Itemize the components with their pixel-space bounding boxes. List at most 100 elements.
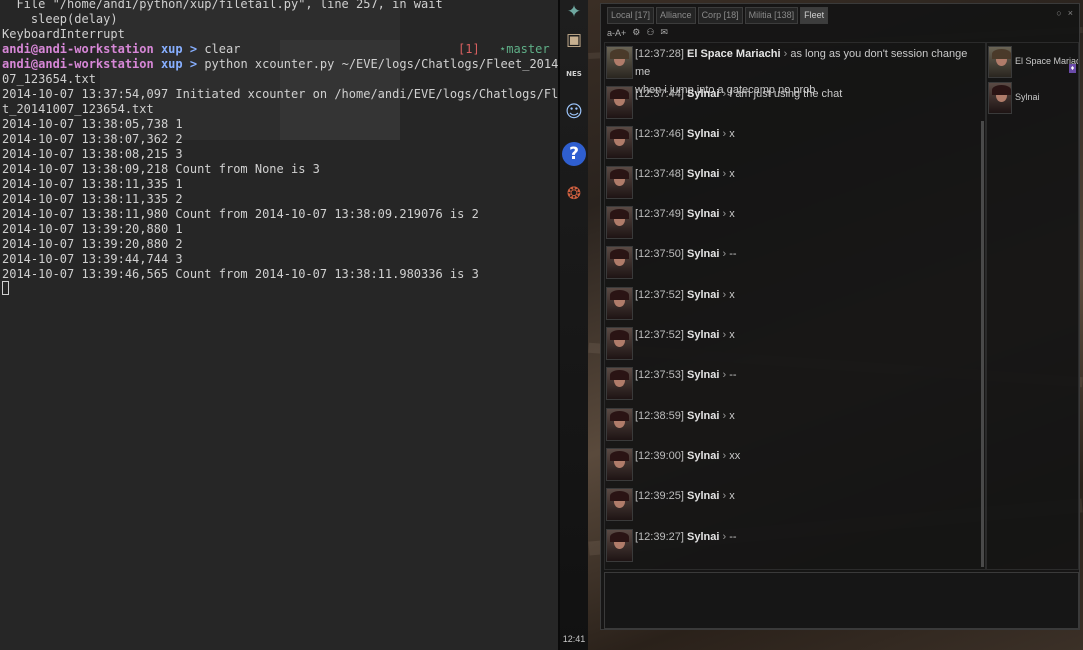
prompt-directory: xup [160, 57, 183, 71]
message-text: x [729, 208, 735, 220]
message-sender[interactable]: Sylnai [687, 289, 719, 301]
character-sheet-icon[interactable]: ▣ [562, 28, 586, 52]
chat-message[interactable]: [12:37:50] Sylnai › -- [605, 245, 977, 285]
terminal-output-line: t_20141007_123654.txt [2, 102, 154, 116]
chat-tab-bar: Local [17] Alliance Corp [18] Militia [138]… [607, 7, 830, 24]
window-settings-icon[interactable]: ○ [1056, 7, 1061, 19]
terminal-line: File "/home/andi/python/xup/filetail.py"… [2, 0, 443, 11]
message-timestamp: [12:37:52] [635, 289, 684, 301]
member-list-icon[interactable]: ⚇ [646, 27, 654, 38]
chat-message[interactable]: [12:37:52] Sylnai › x [605, 326, 977, 366]
chat-message-list[interactable]: [12:37:28] El Space Mariachi › as long a… [604, 42, 986, 570]
avatar[interactable] [606, 327, 633, 360]
fleet-role-badge: ♦ [1069, 64, 1076, 73]
motd-icon[interactable]: ✉ [660, 27, 668, 38]
help-icon[interactable]: ? [562, 142, 586, 166]
message-separator: › [722, 208, 727, 220]
message-body: [12:39:27] Sylnai › -- [635, 528, 980, 546]
message-sender[interactable]: Sylnai [687, 248, 719, 260]
avatar[interactable] [606, 246, 633, 279]
window-controls: ○ × [1056, 7, 1073, 19]
message-sender[interactable]: Sylnai [687, 208, 719, 220]
avatar[interactable] [606, 86, 633, 119]
fleet-icon[interactable]: ❂ [562, 182, 586, 206]
prompt-user: andi@andi-workstation [2, 57, 154, 71]
message-sender[interactable]: Sylnai [687, 531, 719, 543]
avatar[interactable] [606, 529, 633, 562]
tab-alliance[interactable]: Alliance [656, 7, 696, 24]
fleet-chat-window[interactable]: Local [17] Alliance Corp [18] Militia [138]… [600, 3, 1080, 630]
message-separator: › [722, 289, 727, 301]
avatar[interactable] [988, 46, 1012, 78]
chat-toolbar: a-A+ ⚙ ⚇ ✉ [607, 27, 668, 38]
message-sender[interactable]: Sylnai [687, 490, 719, 502]
message-body: [12:37:49] Sylnai › x [635, 205, 980, 223]
message-sender[interactable]: Sylnai [687, 168, 719, 180]
chat-scrollbar[interactable] [981, 121, 984, 567]
terminal-cursor[interactable] [2, 281, 9, 295]
terminal-line: sleep(delay) [2, 12, 118, 26]
tab-militia[interactable]: Militia [138] [744, 7, 799, 24]
avatar[interactable] [606, 287, 633, 320]
message-timestamp: [12:37:44] [635, 88, 684, 100]
message-sender[interactable]: Sylnai [687, 450, 719, 462]
terminal-window[interactable]: File "/home/andi/python/xup/filetail.py"… [0, 0, 558, 650]
message-timestamp: [12:39:27] [635, 531, 684, 543]
message-text: xx [729, 450, 741, 462]
aura-assistant-icon[interactable]: ☺ [562, 100, 586, 124]
message-body: [12:37:44] Sylnai › I am just using the … [635, 85, 980, 103]
avatar[interactable] [606, 367, 633, 400]
eve-menu-icon[interactable]: ✦ [562, 0, 586, 24]
avatar[interactable] [606, 166, 633, 199]
chat-message[interactable]: [12:39:27] Sylnai › -- [605, 528, 977, 568]
terminal-prompt: andi@andi-workstation xup > python xcoun… [2, 57, 558, 72]
tab-corp[interactable]: Corp [18] [697, 7, 743, 24]
chat-message[interactable]: [12:37:49] Sylnai › x [605, 205, 977, 245]
avatar[interactable] [606, 448, 633, 481]
font-size-control[interactable]: a-A+ [607, 28, 626, 38]
chat-message[interactable]: [12:37:46] Sylnai › x [605, 125, 977, 165]
chat-message[interactable]: [12:39:00] Sylnai › xx [605, 447, 977, 487]
chat-message[interactable]: [12:38:59] Sylnai › x [605, 407, 977, 447]
avatar[interactable] [606, 46, 633, 79]
avatar[interactable] [988, 82, 1012, 114]
avatar[interactable] [606, 206, 633, 239]
close-icon[interactable]: × [1068, 7, 1073, 19]
terminal-line: KeyboardInterrupt [2, 27, 125, 41]
avatar[interactable] [606, 488, 633, 521]
message-separator: › [722, 168, 727, 180]
message-separator: › [722, 410, 727, 422]
message-separator: › [722, 531, 727, 543]
chat-message[interactable]: [12:37:52] Sylnai › x [605, 286, 977, 326]
message-sender[interactable]: Sylnai [687, 88, 719, 100]
terminal-prompt: andi@andi-workstation xup > clear [2, 42, 240, 57]
chat-message[interactable]: [12:37:44] Sylnai › I am just using the … [605, 85, 977, 125]
prompt-command: clear [197, 42, 241, 56]
avatar[interactable] [606, 126, 633, 159]
message-sender[interactable]: Sylnai [687, 410, 719, 422]
message-sender[interactable]: Sylnai [687, 329, 719, 341]
message-timestamp: [12:38:59] [635, 410, 684, 422]
chat-member-list[interactable]: El Space Mariachi♦ Sylnai [986, 42, 1079, 570]
prompt-directory: xup [160, 42, 183, 56]
message-sender[interactable]: Sylnai [687, 369, 719, 381]
chat-message[interactable]: [12:37:48] Sylnai › x [605, 165, 977, 205]
tab-local[interactable]: Local [17] [607, 7, 655, 24]
chat-input[interactable] [604, 572, 1079, 629]
terminal-output-line: 2014-10-07 13:39:20,880 2 [2, 237, 183, 251]
nes-store-icon[interactable]: NES [562, 62, 586, 86]
chat-message[interactable]: [12:37:28] El Space Mariachi › as long a… [605, 45, 977, 96]
chat-settings-icon[interactable]: ⚙ [632, 27, 640, 38]
message-sender[interactable]: Sylnai [687, 128, 719, 140]
avatar[interactable] [606, 408, 633, 441]
terminal-output-line: 2014-10-07 13:39:20,880 1 [2, 222, 183, 236]
tab-fleet[interactable]: Fleet [800, 7, 829, 24]
chat-message[interactable]: [12:37:53] Sylnai › -- [605, 366, 977, 406]
member-list-item[interactable]: Sylnai [987, 81, 1078, 115]
neocom-sidebar: ✦ ▣ NES ☺? ❂ 12:41 [560, 0, 588, 650]
chat-message[interactable]: [12:39:25] Sylnai › x [605, 487, 977, 527]
message-sender[interactable]: El Space Mariachi [687, 48, 781, 60]
message-timestamp: [12:37:49] [635, 208, 684, 220]
member-list-item[interactable]: El Space Mariachi♦ [987, 45, 1078, 79]
message-timestamp: [12:37:46] [635, 128, 684, 140]
